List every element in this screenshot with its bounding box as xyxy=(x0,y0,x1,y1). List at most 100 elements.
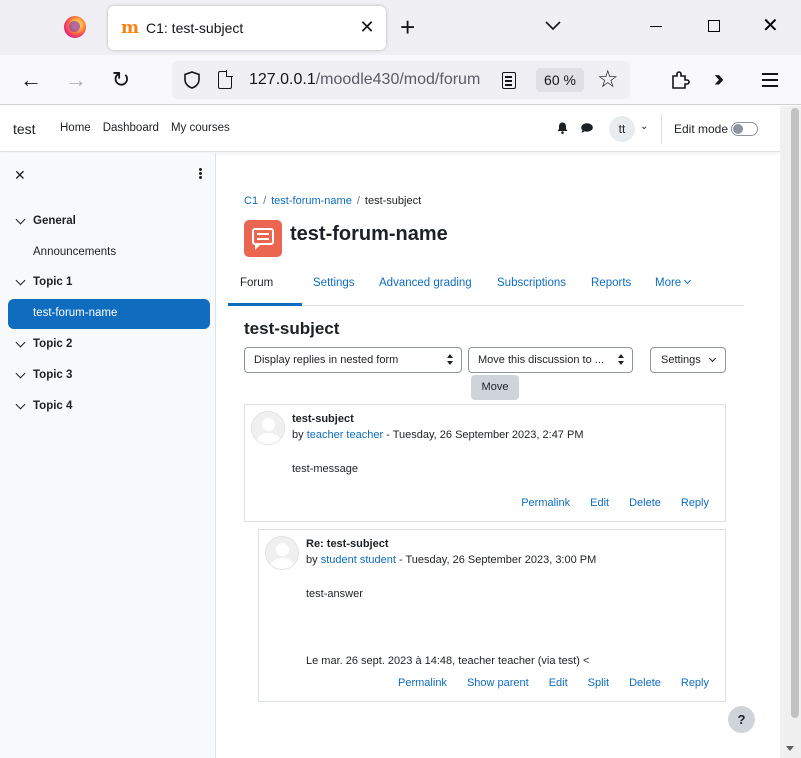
tab-list-chevron-icon[interactable] xyxy=(543,16,563,36)
author-avatar[interactable] xyxy=(251,411,285,445)
tab-forum[interactable]: Forum xyxy=(240,277,273,289)
sidebar-item-label: Topic 1 xyxy=(33,276,73,288)
chevron-down-icon[interactable] xyxy=(15,275,26,286)
edit-link[interactable]: Edit xyxy=(590,497,609,509)
course-index-options-icon[interactable] xyxy=(199,168,202,171)
post-message: test-answer xyxy=(306,588,363,600)
display-mode-select[interactable]: Display replies in nested form xyxy=(244,347,462,373)
forward-arrow-icon[interactable]: → xyxy=(63,67,89,93)
tracking-shield-icon[interactable] xyxy=(182,70,202,90)
tab-reports[interactable]: Reports xyxy=(591,277,631,289)
post-author-link[interactable]: teacher teacher xyxy=(307,429,383,441)
firefox-logo-icon[interactable] xyxy=(64,16,86,38)
zoom-level-badge[interactable]: 60 % xyxy=(536,68,584,92)
post-byline: by student student - Tuesday, 26 Septemb… xyxy=(306,554,597,566)
sidebar-section-general[interactable]: General xyxy=(0,207,216,237)
moodle-top-navbar: test Home Dashboard My courses tt ⌄ Edit… xyxy=(0,106,780,152)
reply-link[interactable]: Reply xyxy=(681,677,709,689)
permalink-link[interactable]: Permalink xyxy=(521,497,570,509)
chevron-down-icon[interactable] xyxy=(15,368,26,379)
site-name[interactable]: test xyxy=(13,121,36,137)
post-byline: by teacher teacher - Tuesday, 26 Septemb… xyxy=(292,429,584,441)
forum-activity-icon xyxy=(244,220,282,257)
post-date: - Tuesday, 26 September 2023, 3:00 PM xyxy=(395,554,597,566)
delete-link[interactable]: Delete xyxy=(629,497,661,509)
back-arrow-icon[interactable]: ← xyxy=(18,67,44,93)
reload-icon[interactable]: ↻ xyxy=(108,67,134,93)
chevron-down-icon xyxy=(708,354,717,363)
active-tab-indicator xyxy=(228,303,302,306)
breadcrumb-current: test-subject xyxy=(364,195,422,207)
address-bar[interactable]: 127.0.0.1/moodle430/mod/forum 60 % ☆ xyxy=(172,61,630,99)
tab-close-icon[interactable]: ✕ xyxy=(358,15,376,39)
permalink-link[interactable]: Permalink xyxy=(398,677,447,689)
breadcrumb-forum-link[interactable]: test-forum-name xyxy=(271,195,352,207)
post-author-link[interactable]: student student xyxy=(321,554,396,566)
tab-settings[interactable]: Settings xyxy=(313,277,355,289)
sidebar-item-label: Topic 2 xyxy=(33,338,73,350)
chevron-down-icon[interactable] xyxy=(15,399,26,410)
discussion-settings-button[interactable]: Settings xyxy=(650,347,726,373)
sidebar-item-test-forum-name[interactable]: test-forum-name xyxy=(8,299,210,329)
user-menu-chevron-icon[interactable]: ⌄ xyxy=(640,121,648,132)
tab-advanced-grading[interactable]: Advanced grading xyxy=(379,277,472,289)
messages-chat-icon[interactable] xyxy=(581,123,593,133)
browser-tab-bar: m C1: test-subject ✕ + ✕ xyxy=(0,0,801,55)
post-actions: Permalink Show parent Edit Split Delete Reply xyxy=(378,677,709,689)
browser-nav-bar: ← → ↻ 127.0.0.1/moodle430/mod/forum 60 %… xyxy=(0,55,801,105)
tab-subscriptions[interactable]: Subscriptions xyxy=(497,277,566,289)
chevron-down-icon[interactable] xyxy=(15,337,26,348)
new-tab-icon[interactable]: + xyxy=(400,12,415,42)
extensions-puzzle-icon[interactable] xyxy=(668,68,692,92)
user-avatar[interactable]: tt xyxy=(609,116,635,142)
delete-link[interactable]: Delete xyxy=(629,677,661,689)
reader-view-icon[interactable] xyxy=(502,72,516,89)
scrollbar-thumb[interactable] xyxy=(791,108,799,718)
url-text[interactable]: 127.0.0.1/moodle430/mod/forum xyxy=(249,71,493,89)
scroll-down-arrow-icon[interactable] xyxy=(786,746,794,751)
reply-link[interactable]: Reply xyxy=(681,497,709,509)
hamburger-menu-icon[interactable] xyxy=(762,73,778,75)
more-tools-chevrons-icon[interactable]: ›› xyxy=(714,65,724,93)
chevron-down-icon[interactable] xyxy=(15,214,26,225)
close-drawer-icon[interactable]: ✕ xyxy=(14,167,26,184)
sidebar-section-topic-2[interactable]: Topic 2 xyxy=(0,330,216,360)
breadcrumb: C1/test-forum-name / test-subject xyxy=(244,195,422,207)
edit-mode-toggle[interactable] xyxy=(731,122,758,136)
page-info-icon[interactable] xyxy=(218,70,233,89)
sidebar-item-announcements[interactable]: Announcements xyxy=(0,238,216,268)
move-discussion-value: Move this discussion to ... xyxy=(478,354,604,366)
select-arrows-icon xyxy=(447,354,453,366)
primary-navigation: Home Dashboard My courses xyxy=(60,122,242,134)
post-quoted-text: Le mar. 26 sept. 2023 à 14:48, teacher t… xyxy=(306,655,590,667)
window-close-icon[interactable]: ✕ xyxy=(762,14,779,38)
browser-tab[interactable]: m C1: test-subject ✕ xyxy=(108,6,386,50)
post-message: test-message xyxy=(292,463,359,475)
move-button[interactable]: Move xyxy=(471,375,519,400)
window-minimize-icon[interactable] xyxy=(650,26,662,27)
nav-my-courses-link[interactable]: My courses xyxy=(171,122,230,134)
chevron-down-icon xyxy=(684,276,692,285)
breadcrumb-course-link[interactable]: C1 xyxy=(244,195,258,207)
bookmark-star-icon[interactable]: ☆ xyxy=(597,66,619,94)
edit-link[interactable]: Edit xyxy=(549,677,568,689)
secondary-navigation: Forum Settings Advanced grading Subscrip… xyxy=(228,266,744,306)
nav-home-link[interactable]: Home xyxy=(60,122,91,134)
nav-dashboard-link[interactable]: Dashboard xyxy=(103,122,159,134)
window-maximize-icon[interactable] xyxy=(708,20,720,32)
post-date: - Tuesday, 26 September 2023, 2:47 PM xyxy=(383,429,584,441)
tab-title: C1: test-subject xyxy=(146,20,244,36)
sidebar-section-topic-1[interactable]: Topic 1 xyxy=(0,268,216,298)
show-parent-link[interactable]: Show parent xyxy=(467,677,529,689)
author-avatar[interactable] xyxy=(265,536,299,570)
settings-button-label: Settings xyxy=(661,354,701,366)
split-link[interactable]: Split xyxy=(588,677,609,689)
tab-more[interactable]: More xyxy=(655,276,692,289)
forum-post-reply: Re: test-subject by student student - Tu… xyxy=(258,529,726,702)
move-discussion-select[interactable]: Move this discussion to ... xyxy=(468,347,633,373)
sidebar-section-topic-3[interactable]: Topic 3 xyxy=(0,361,216,391)
moodle-page: test Home Dashboard My courses tt ⌄ Edit… xyxy=(0,106,801,758)
help-button[interactable]: ? xyxy=(728,706,755,733)
notification-bell-icon[interactable] xyxy=(557,122,568,134)
sidebar-section-topic-4[interactable]: Topic 4 xyxy=(0,392,216,422)
